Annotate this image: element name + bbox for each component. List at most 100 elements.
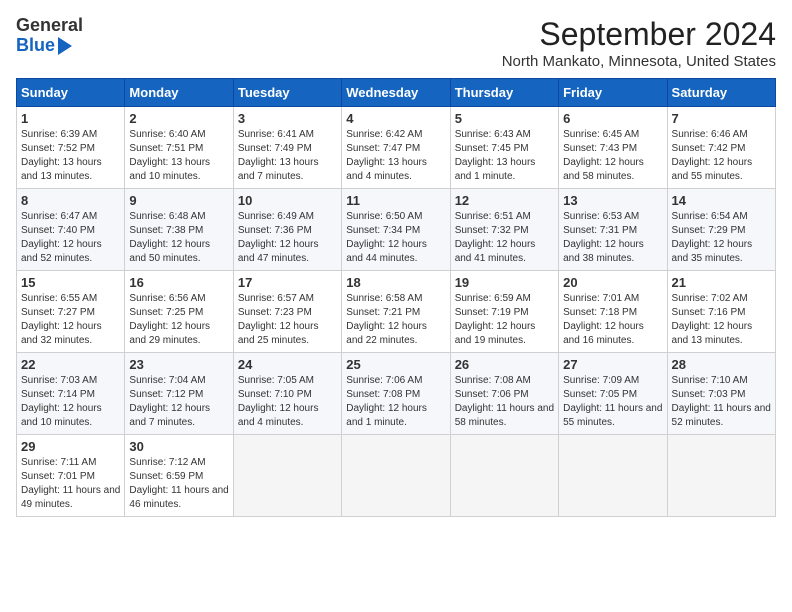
cell-daylight: Daylight: 13 hours and 4 minutes.	[346, 156, 445, 184]
table-row: 5 Sunrise: 6:43 AM Sunset: 7:45 PM Dayli…	[450, 107, 558, 189]
cell-daylight: Daylight: 12 hours and 4 minutes.	[238, 402, 337, 430]
cell-daylight: Daylight: 12 hours and 22 minutes.	[346, 320, 445, 348]
col-saturday: Saturday	[667, 79, 775, 107]
cell-sunrise: Sunrise: 7:09 AM	[563, 374, 662, 388]
table-row: 14 Sunrise: 6:54 AM Sunset: 7:29 PM Dayl…	[667, 189, 775, 271]
table-row: 9 Sunrise: 6:48 AM Sunset: 7:38 PM Dayli…	[125, 189, 233, 271]
cell-sunset: Sunset: 7:31 PM	[563, 224, 662, 238]
table-row: 13 Sunrise: 6:53 AM Sunset: 7:31 PM Dayl…	[559, 189, 667, 271]
day-number: 30	[129, 439, 228, 454]
cell-sunrise: Sunrise: 6:51 AM	[455, 210, 554, 224]
table-row: 27 Sunrise: 7:09 AM Sunset: 7:05 PM Dayl…	[559, 353, 667, 435]
logo: General Blue	[16, 16, 83, 56]
cell-sunrise: Sunrise: 6:54 AM	[672, 210, 771, 224]
table-row	[667, 435, 775, 517]
day-number: 16	[129, 275, 228, 290]
cell-sunrise: Sunrise: 6:39 AM	[21, 128, 120, 142]
page-header: General Blue September 2024 North Mankat…	[16, 16, 776, 70]
cell-daylight: Daylight: 13 hours and 10 minutes.	[129, 156, 228, 184]
table-row: 29 Sunrise: 7:11 AM Sunset: 7:01 PM Dayl…	[17, 435, 125, 517]
cell-daylight: Daylight: 12 hours and 38 minutes.	[563, 238, 662, 266]
cell-sunset: Sunset: 7:40 PM	[21, 224, 120, 238]
logo-arrow-icon	[58, 37, 72, 55]
table-row: 24 Sunrise: 7:05 AM Sunset: 7:10 PM Dayl…	[233, 353, 341, 435]
cell-daylight: Daylight: 13 hours and 13 minutes.	[21, 156, 120, 184]
cell-sunset: Sunset: 7:29 PM	[672, 224, 771, 238]
cell-sunset: Sunset: 7:51 PM	[129, 142, 228, 156]
cell-daylight: Daylight: 12 hours and 58 minutes.	[563, 156, 662, 184]
table-row: 22 Sunrise: 7:03 AM Sunset: 7:14 PM Dayl…	[17, 353, 125, 435]
cell-daylight: Daylight: 11 hours and 49 minutes.	[21, 484, 120, 512]
calendar-week-row: 8 Sunrise: 6:47 AM Sunset: 7:40 PM Dayli…	[17, 189, 776, 271]
calendar-week-row: 29 Sunrise: 7:11 AM Sunset: 7:01 PM Dayl…	[17, 435, 776, 517]
table-row: 28 Sunrise: 7:10 AM Sunset: 7:03 PM Dayl…	[667, 353, 775, 435]
cell-daylight: Daylight: 12 hours and 52 minutes.	[21, 238, 120, 266]
table-row	[559, 435, 667, 517]
calendar-week-row: 15 Sunrise: 6:55 AM Sunset: 7:27 PM Dayl…	[17, 271, 776, 353]
table-row: 10 Sunrise: 6:49 AM Sunset: 7:36 PM Dayl…	[233, 189, 341, 271]
cell-sunset: Sunset: 7:34 PM	[346, 224, 445, 238]
cell-sunrise: Sunrise: 6:58 AM	[346, 292, 445, 306]
cell-sunrise: Sunrise: 6:49 AM	[238, 210, 337, 224]
table-row: 16 Sunrise: 6:56 AM Sunset: 7:25 PM Dayl…	[125, 271, 233, 353]
day-number: 2	[129, 111, 228, 126]
title-block: September 2024 North Mankato, Minnesota,…	[502, 16, 776, 70]
day-number: 18	[346, 275, 445, 290]
cell-daylight: Daylight: 11 hours and 58 minutes.	[455, 402, 554, 430]
day-number: 7	[672, 111, 771, 126]
day-number: 29	[21, 439, 120, 454]
table-row: 1 Sunrise: 6:39 AM Sunset: 7:52 PM Dayli…	[17, 107, 125, 189]
cell-sunset: Sunset: 7:47 PM	[346, 142, 445, 156]
day-number: 17	[238, 275, 337, 290]
day-number: 24	[238, 357, 337, 372]
cell-sunset: Sunset: 7:01 PM	[21, 470, 120, 484]
cell-sunset: Sunset: 7:03 PM	[672, 388, 771, 402]
day-number: 20	[563, 275, 662, 290]
cell-daylight: Daylight: 12 hours and 25 minutes.	[238, 320, 337, 348]
cell-daylight: Daylight: 12 hours and 16 minutes.	[563, 320, 662, 348]
table-row: 26 Sunrise: 7:08 AM Sunset: 7:06 PM Dayl…	[450, 353, 558, 435]
cell-daylight: Daylight: 12 hours and 50 minutes.	[129, 238, 228, 266]
cell-sunset: Sunset: 7:18 PM	[563, 306, 662, 320]
day-number: 6	[563, 111, 662, 126]
cell-sunrise: Sunrise: 7:10 AM	[672, 374, 771, 388]
day-number: 11	[346, 193, 445, 208]
cell-daylight: Daylight: 12 hours and 41 minutes.	[455, 238, 554, 266]
cell-sunrise: Sunrise: 6:55 AM	[21, 292, 120, 306]
cell-daylight: Daylight: 12 hours and 47 minutes.	[238, 238, 337, 266]
table-row: 12 Sunrise: 6:51 AM Sunset: 7:32 PM Dayl…	[450, 189, 558, 271]
cell-daylight: Daylight: 13 hours and 7 minutes.	[238, 156, 337, 184]
calendar-table: Sunday Monday Tuesday Wednesday Thursday…	[16, 78, 776, 517]
col-wednesday: Wednesday	[342, 79, 450, 107]
cell-sunrise: Sunrise: 6:47 AM	[21, 210, 120, 224]
day-number: 1	[21, 111, 120, 126]
table-row: 17 Sunrise: 6:57 AM Sunset: 7:23 PM Dayl…	[233, 271, 341, 353]
cell-sunrise: Sunrise: 6:48 AM	[129, 210, 228, 224]
day-number: 26	[455, 357, 554, 372]
cell-sunrise: Sunrise: 6:53 AM	[563, 210, 662, 224]
cell-sunrise: Sunrise: 7:02 AM	[672, 292, 771, 306]
cell-sunrise: Sunrise: 6:57 AM	[238, 292, 337, 306]
cell-sunset: Sunset: 7:32 PM	[455, 224, 554, 238]
day-number: 21	[672, 275, 771, 290]
cell-sunrise: Sunrise: 6:56 AM	[129, 292, 228, 306]
cell-sunrise: Sunrise: 6:45 AM	[563, 128, 662, 142]
cell-daylight: Daylight: 12 hours and 1 minute.	[346, 402, 445, 430]
cell-sunset: Sunset: 7:27 PM	[21, 306, 120, 320]
page-subtitle: North Mankato, Minnesota, United States	[502, 53, 776, 70]
cell-sunrise: Sunrise: 6:40 AM	[129, 128, 228, 142]
cell-sunset: Sunset: 7:43 PM	[563, 142, 662, 156]
cell-sunset: Sunset: 7:08 PM	[346, 388, 445, 402]
day-number: 19	[455, 275, 554, 290]
day-number: 22	[21, 357, 120, 372]
day-number: 25	[346, 357, 445, 372]
cell-sunset: Sunset: 7:36 PM	[238, 224, 337, 238]
cell-sunrise: Sunrise: 7:01 AM	[563, 292, 662, 306]
cell-sunset: Sunset: 7:52 PM	[21, 142, 120, 156]
cell-sunset: Sunset: 7:12 PM	[129, 388, 228, 402]
cell-sunset: Sunset: 7:45 PM	[455, 142, 554, 156]
cell-daylight: Daylight: 12 hours and 13 minutes.	[672, 320, 771, 348]
cell-sunrise: Sunrise: 6:50 AM	[346, 210, 445, 224]
cell-daylight: Daylight: 12 hours and 55 minutes.	[672, 156, 771, 184]
day-number: 15	[21, 275, 120, 290]
